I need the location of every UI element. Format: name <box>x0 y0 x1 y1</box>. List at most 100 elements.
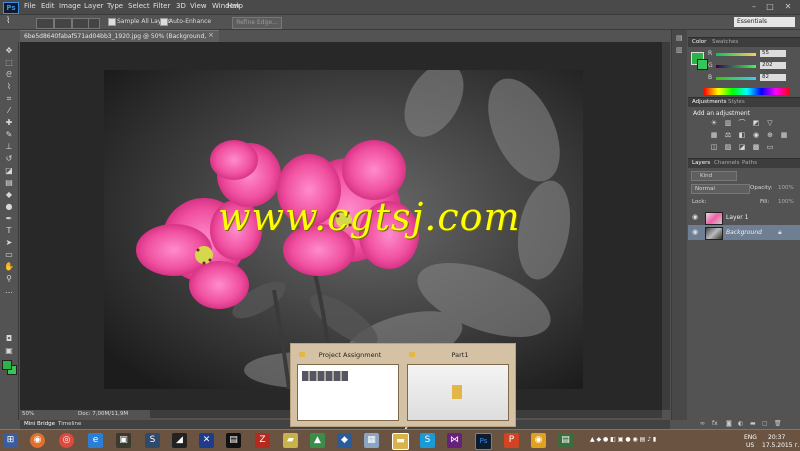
r-slider[interactable] <box>716 53 756 56</box>
maximize-icon[interactable]: □ <box>764 1 776 12</box>
shape-tool-icon[interactable]: ▭ <box>4 250 14 259</box>
minimize-icon[interactable]: – <box>748 1 760 12</box>
screen-mode-icon[interactable]: ▣ <box>4 346 14 355</box>
brush-tool-icon[interactable]: ✎ <box>4 130 14 139</box>
crop-tool-icon[interactable]: ⌗ <box>4 94 14 103</box>
selective-color-icon[interactable]: ▩ <box>752 144 760 151</box>
preview-thumbnail[interactable] <box>407 364 509 421</box>
black-white-icon[interactable]: ◧ <box>738 132 746 139</box>
app-icon[interactable]: ◉ <box>531 433 546 448</box>
invert-icon[interactable]: ◫ <box>710 144 718 151</box>
g-slider[interactable] <box>716 65 756 68</box>
tab-color[interactable]: Color <box>692 39 706 45</box>
layer-mask-icon[interactable]: ◙ <box>726 420 732 427</box>
new-adjustment-icon[interactable]: ◐ <box>738 420 744 427</box>
r-value[interactable]: 55 <box>760 50 786 57</box>
move-tool-icon[interactable]: ✥ <box>4 46 14 55</box>
menu-image[interactable]: Image <box>59 2 81 10</box>
tab-paths[interactable]: Paths <box>742 160 757 166</box>
quick-selection-tool-icon[interactable]: ⌇ <box>6 16 10 26</box>
path-selection-icon[interactable]: ➤ <box>4 238 14 247</box>
color-balance-icon[interactable]: ⚖ <box>724 132 732 139</box>
skype-icon[interactable]: S <box>420 433 435 448</box>
healing-brush-icon[interactable]: ✚ <box>4 118 14 127</box>
clock-time[interactable]: 20:37 <box>768 434 785 441</box>
new-group-icon[interactable]: ▬ <box>750 420 756 427</box>
refine-edge-button[interactable]: Refine Edge... <box>232 17 282 29</box>
eyedropper-tool-icon[interactable]: ⁄ <box>4 106 14 115</box>
kind-filter[interactable]: Kind <box>691 171 737 181</box>
app-icon[interactable]: ▤ <box>226 433 241 448</box>
dodge-tool-icon[interactable]: ● <box>4 202 14 211</box>
preview-card[interactable]: Project Assignment <box>297 351 403 421</box>
eraser-tool-icon[interactable]: ◪ <box>4 166 14 175</box>
gradient-map-icon[interactable]: ▭ <box>766 144 774 151</box>
photoshop-taskbar-icon[interactable]: Ps <box>475 433 492 450</box>
menu-file[interactable]: File <box>24 2 36 10</box>
gradient-tool-icon[interactable]: ▤ <box>4 178 14 187</box>
tab-layers[interactable]: Layers <box>692 160 710 166</box>
more-tools-icon[interactable]: … <box>4 286 14 295</box>
app-s-icon[interactable]: S <box>145 433 160 448</box>
tray-icons[interactable]: ▲ ◆ ● ◧ ▣ ● ◉ ▤ ♪ ▮ <box>590 436 656 443</box>
color-spectrum[interactable] <box>704 88 790 95</box>
new-layer-icon[interactable]: ▢ <box>762 420 768 427</box>
document-tab[interactable]: 6be5d8640fabaf571ad04bb3_1920.jpg @ 50% … <box>20 30 219 51</box>
start-icon[interactable]: ⊞ <box>3 433 18 448</box>
b-value[interactable]: 82 <box>760 74 786 81</box>
brush-size-icon[interactable] <box>88 18 100 29</box>
menu-help[interactable]: Help <box>227 2 243 10</box>
chrome-icon[interactable]: ◎ <box>59 433 74 448</box>
bg-color-swatch[interactable] <box>697 59 708 70</box>
levels-icon[interactable]: ▥ <box>724 120 732 127</box>
workspace-select[interactable]: Essentials <box>734 17 795 27</box>
hand-tool-icon[interactable]: ✋ <box>4 262 14 271</box>
tab-adjustments[interactable]: Adjustments <box>692 99 726 105</box>
type-tool-icon[interactable]: T <box>4 226 14 235</box>
clone-stamp-icon[interactable]: ⊥ <box>4 142 14 151</box>
auto-enhance-checkbox[interactable] <box>160 18 168 26</box>
tab-swatches[interactable]: Swatches <box>712 39 738 45</box>
menu-type[interactable]: Type <box>107 2 123 10</box>
posterize-icon[interactable]: ▨ <box>724 144 732 151</box>
region-indicator[interactable]: US <box>746 442 754 449</box>
explorer-icon[interactable]: ▬ <box>392 433 409 450</box>
app-icon[interactable]: ▤ <box>558 433 573 448</box>
opacity-value[interactable]: 100% <box>778 185 794 191</box>
photo-filter-icon[interactable]: ◉ <box>752 132 760 139</box>
history-panel-icon[interactable]: ▤ <box>676 34 683 42</box>
link-layers-icon[interactable]: ∞ <box>700 420 706 427</box>
app-icon[interactable]: ◆ <box>337 433 352 448</box>
blur-tool-icon[interactable]: ◆ <box>4 190 14 199</box>
ie-icon[interactable]: e <box>88 433 103 448</box>
filezilla-icon[interactable]: Z <box>255 433 270 448</box>
b-slider[interactable] <box>716 77 756 80</box>
channel-mixer-icon[interactable]: ⊕ <box>766 132 774 139</box>
sample-all-layers-checkbox[interactable] <box>108 18 116 26</box>
layer-row-selected[interactable]: ◉ Background 🔒︎ <box>688 225 800 240</box>
tab-timeline[interactable]: Timeline <box>58 421 81 427</box>
powerpoint-icon[interactable]: P <box>504 433 519 448</box>
preview-card[interactable]: Part1 <box>407 351 513 421</box>
close-tab-icon[interactable]: × <box>208 31 214 39</box>
app-icon[interactable]: ▦ <box>364 433 379 448</box>
firefox-icon[interactable]: ◉ <box>30 433 45 448</box>
history-brush-icon[interactable]: ↺ <box>4 154 14 163</box>
menu-filter[interactable]: Filter <box>153 2 170 10</box>
app-icon[interactable]: ▰ <box>283 433 298 448</box>
menu-edit[interactable]: Edit <box>41 2 55 10</box>
preview-thumbnail[interactable] <box>297 364 399 421</box>
blend-mode-select[interactable]: Normal <box>691 184 750 194</box>
marquee-tool-icon[interactable]: ⬚ <box>4 58 14 67</box>
menu-select[interactable]: Select <box>128 2 150 10</box>
add-to-selection-icon[interactable] <box>54 18 72 29</box>
menu-view[interactable]: View <box>190 2 207 10</box>
app-icon[interactable]: ◢ <box>172 433 187 448</box>
color-lookup-icon[interactable]: ▦ <box>780 132 788 139</box>
close-icon[interactable]: ✕ <box>782 1 794 12</box>
lasso-tool-icon[interactable]: ᘓ <box>4 70 14 79</box>
fill-value[interactable]: 100% <box>778 199 794 205</box>
visual-studio-icon[interactable]: ⋈ <box>447 433 462 448</box>
delete-layer-icon[interactable]: 🗑︎ <box>774 420 782 427</box>
menu-layer[interactable]: Layer <box>84 2 104 10</box>
